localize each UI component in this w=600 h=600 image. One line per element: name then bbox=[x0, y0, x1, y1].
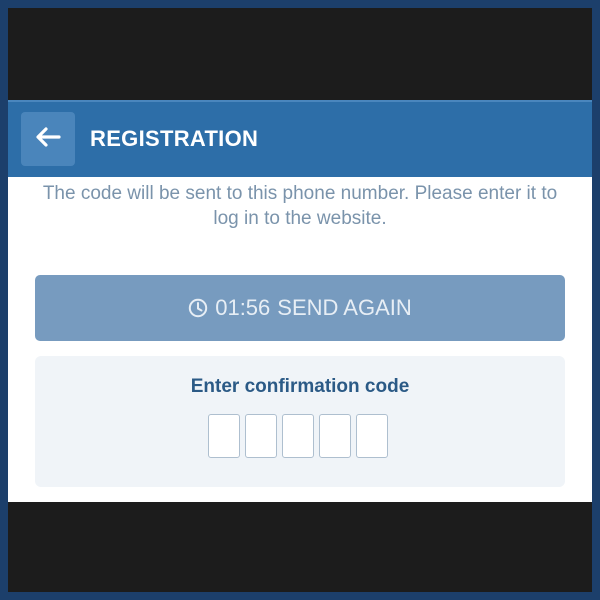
send-again-button[interactable]: 01:56 SEND AGAIN bbox=[35, 275, 565, 341]
info-message: The code will be sent to this phone numb… bbox=[42, 183, 558, 229]
back-button[interactable] bbox=[21, 112, 75, 166]
bottom-letterbox bbox=[8, 502, 592, 592]
countdown-timer: 01:56 bbox=[215, 295, 271, 320]
registration-content: The code will be sent to this phone numb… bbox=[8, 177, 592, 502]
code-digit-4-input[interactable] bbox=[319, 414, 351, 458]
confirmation-panel: Enter confirmation code bbox=[35, 356, 565, 487]
page-title: REGISTRATION bbox=[90, 126, 259, 151]
code-digit-5-input[interactable] bbox=[356, 414, 388, 458]
code-input-group bbox=[208, 414, 388, 458]
code-digit-1-input[interactable] bbox=[208, 414, 240, 458]
top-letterbox bbox=[8, 8, 592, 100]
code-digit-3-input[interactable] bbox=[282, 414, 314, 458]
code-digit-2-input[interactable] bbox=[245, 414, 277, 458]
app-screen: REGISTRATION The code will be sent to th… bbox=[8, 100, 592, 502]
app-header: REGISTRATION bbox=[8, 100, 592, 177]
screenshot-frame: REGISTRATION The code will be sent to th… bbox=[0, 0, 600, 600]
clock-icon bbox=[188, 298, 208, 318]
send-again-label: SEND AGAIN bbox=[277, 295, 412, 320]
confirmation-code-label: Enter confirmation code bbox=[190, 376, 410, 397]
arrow-left-icon bbox=[35, 126, 61, 153]
